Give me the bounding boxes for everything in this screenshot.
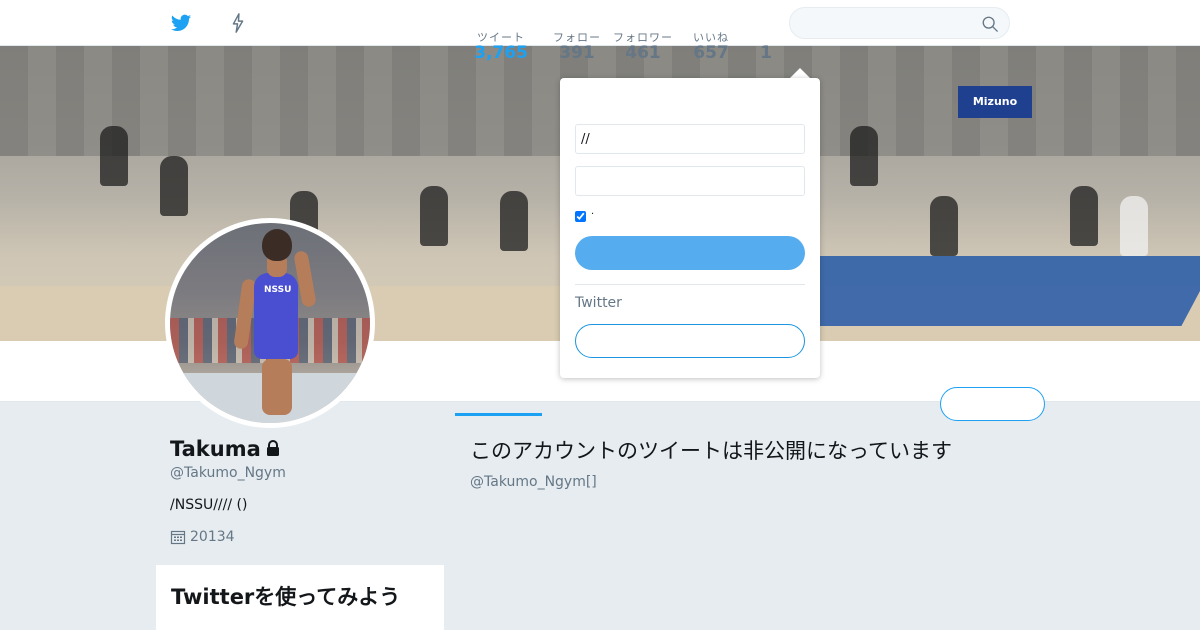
new-to-twitter-card: Twitterを使ってみよう <box>156 565 444 630</box>
login-divider <box>575 284 805 285</box>
banner-gymnast <box>160 156 188 216</box>
banner-gymnast <box>850 126 878 186</box>
search-box[interactable] <box>789 7 1010 39</box>
stat-value: 461 <box>625 43 661 63</box>
signup-prompt: Twitter <box>575 295 622 311</box>
login-popup-caret <box>790 68 810 78</box>
stat-lists[interactable]: 1 <box>752 29 780 63</box>
stat-label: フォロー <box>553 31 601 44</box>
search-icon[interactable] <box>981 15 999 33</box>
avatar-legs <box>262 359 292 415</box>
stat-value: 1 <box>760 43 772 63</box>
stat-label: ツイート <box>477 31 525 44</box>
banner-judge <box>1120 196 1148 256</box>
lock-icon <box>266 440 279 456</box>
remember-me-checkbox[interactable] <box>575 211 586 222</box>
stat-value: 3,765 <box>474 43 528 63</box>
stat-label: いいね <box>693 31 729 44</box>
moments-lightning-icon[interactable] <box>227 12 249 34</box>
protected-tweets-subtext: @Takumo_Ngym[] <box>470 474 597 490</box>
protected-tweets-heading: このアカウントのツイートは非公開になっています <box>470 439 952 463</box>
stat-label: フォロワー <box>613 31 673 44</box>
profile-bio: /NSSU//// () <box>170 497 248 513</box>
banner-gymnast <box>930 196 958 256</box>
calendar-icon <box>170 530 186 545</box>
login-popup: · Twitter <box>560 78 820 378</box>
remember-me-label: · <box>591 209 595 220</box>
stat-likes[interactable]: いいね 657 <box>682 29 740 63</box>
stat-value: 657 <box>693 43 729 63</box>
stat-label <box>752 29 780 43</box>
stat-tweets[interactable]: ツイート 3,765 <box>465 29 537 63</box>
signup-button[interactable] <box>575 324 805 358</box>
avatar-head <box>262 229 292 261</box>
stat-value: 391 <box>559 43 595 63</box>
profile-name-text: Takuma <box>170 437 261 461</box>
banner-sign: Mizuno <box>958 86 1032 118</box>
password-field[interactable] <box>575 166 805 196</box>
active-tab-indicator <box>455 413 542 416</box>
username-field[interactable] <box>575 124 805 154</box>
banner-gymnast <box>100 126 128 186</box>
login-submit-button[interactable] <box>575 236 805 270</box>
stat-followers[interactable]: フォロワー 461 <box>612 29 674 63</box>
avatar-shirt-text: NSSU <box>264 285 292 295</box>
stat-following[interactable]: フォロー 391 <box>548 29 606 63</box>
twitter-bird-icon[interactable] <box>170 12 192 34</box>
follow-button[interactable] <box>940 387 1045 421</box>
banner-gymnast <box>1070 186 1098 246</box>
joined-text: 20134 <box>190 529 235 545</box>
profile-handle[interactable]: @Takumo_Ngym <box>170 465 286 481</box>
new-to-twitter-title: Twitterを使ってみよう <box>171 585 401 609</box>
profile-joined: 20134 <box>170 529 235 545</box>
banner-gymnast <box>500 191 528 251</box>
banner-mat <box>761 256 1200 326</box>
profile-avatar[interactable]: NSSU <box>165 218 375 428</box>
profile-name: Takuma <box>170 437 282 461</box>
avatar-photo: NSSU <box>170 223 370 423</box>
search-input[interactable] <box>802 14 972 32</box>
banner-gymnast <box>420 186 448 246</box>
